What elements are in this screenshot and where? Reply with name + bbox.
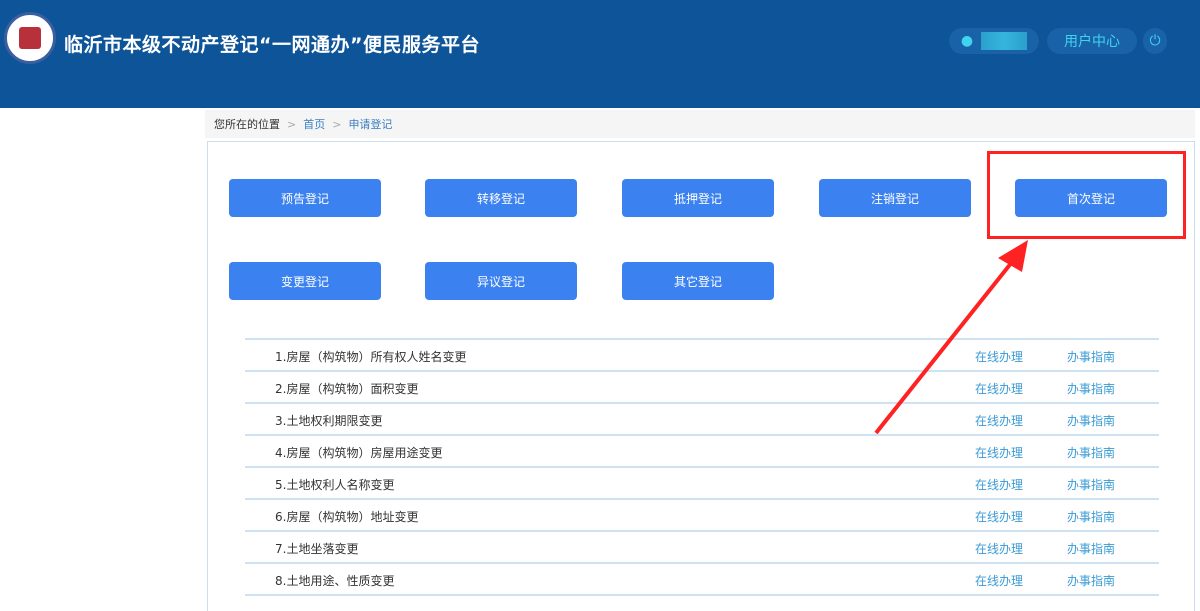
- annotation-arrow: [874, 240, 1028, 435]
